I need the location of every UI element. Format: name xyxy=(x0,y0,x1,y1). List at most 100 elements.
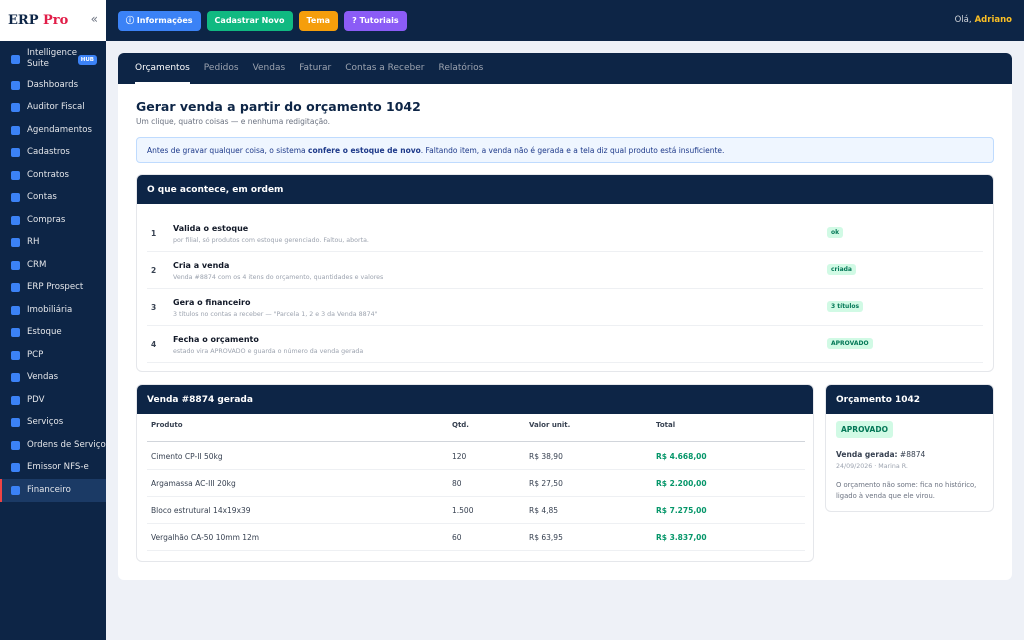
user-name[interactable]: Adriano xyxy=(975,15,1012,25)
page-title: Gerar venda a partir do orçamento 1042 xyxy=(136,99,421,114)
sidebar-item-agendamentos[interactable]: Agendamentos xyxy=(0,119,106,142)
sidebar: ERP Pro « Intelligence Suite HUB Dashboar… xyxy=(0,0,106,640)
tab-pedidos[interactable]: Pedidos xyxy=(204,53,239,84)
sidebar-item-contratos[interactable]: Contratos xyxy=(0,164,106,187)
cell-produto: Vergalhão CA-50 10mm 12m xyxy=(151,533,260,542)
module-icon xyxy=(11,305,20,315)
table-row: Vergalhão CA-50 10mm 12m 60 R$ 63,95 R$ … xyxy=(147,524,805,551)
collapse-sidebar-icon[interactable]: « xyxy=(91,12,98,26)
cadastrar-novo-button[interactable]: Cadastrar Novo xyxy=(206,10,293,31)
greeting-text: Olá, xyxy=(954,15,972,25)
sidebar-item-label: ERP Prospect xyxy=(27,282,84,293)
step-description: 3 títulos no contas a receber — "Parcela… xyxy=(173,311,378,318)
step-item: 2 Cria a venda Venda #8874 com os 4 iten… xyxy=(147,252,983,289)
sidebar-item-label: Compras xyxy=(27,214,66,225)
step-title: Cria a venda xyxy=(173,261,230,270)
sidebar-item-rh[interactable]: RH xyxy=(0,232,106,255)
cell-total: R$ 4.668,00 xyxy=(656,452,707,461)
brand-accent: Pro xyxy=(43,13,69,28)
step-title: Gera o financeiro xyxy=(173,298,251,307)
cell-valor-unit: R$ 27,50 xyxy=(529,479,563,488)
sidebar-nav: Intelligence Suite HUB Dashboards Auditor… xyxy=(0,41,106,502)
sidebar-item-label: Contratos xyxy=(27,169,69,180)
venda-panel: Venda #8874 gerada Produto Qtd. Valor un… xyxy=(136,384,814,562)
sidebar-item-intelligence-suite[interactable]: Intelligence Suite HUB xyxy=(0,44,106,74)
cell-produto: Cimento CP-II 50kg xyxy=(151,452,223,461)
sidebar-item-crm[interactable]: CRM xyxy=(0,254,106,277)
step-title: Fecha o orçamento xyxy=(173,335,259,344)
module-icon xyxy=(11,238,20,248)
sidebar-item-imobiliaria[interactable]: Imobiliária xyxy=(0,299,106,322)
orcamento-note: O orçamento não some: fica no histórico,… xyxy=(836,481,977,500)
brand-name: ERP xyxy=(8,13,39,28)
module-icon xyxy=(11,170,20,180)
column-header-qtd: Qtd. xyxy=(452,421,469,429)
step-status-badge: criada xyxy=(827,264,856,275)
sidebar-item-emissor-nfse[interactable]: Emissor NFS-e xyxy=(0,457,106,480)
step-description: estado vira APROVADO e guarda o número d… xyxy=(173,348,364,355)
tutoriais-button[interactable]: ? Tutoriais xyxy=(344,10,407,31)
sidebar-item-dashboards[interactable]: Dashboards xyxy=(0,74,106,97)
module-icon xyxy=(11,80,20,90)
sidebar-item-servicos[interactable]: Serviços xyxy=(0,412,106,435)
column-header-valor-unit: Valor unit. xyxy=(529,421,571,429)
module-icon xyxy=(11,260,20,270)
sidebar-item-erp-prospect[interactable]: ERP Prospect xyxy=(0,277,106,300)
cell-produto: Argamassa AC-III 20kg xyxy=(151,479,236,488)
tema-button[interactable]: Tema xyxy=(298,10,339,31)
header-divider xyxy=(147,441,805,442)
sidebar-item-label: Contas xyxy=(27,192,57,203)
sidebar-item-cadastros[interactable]: Cadastros xyxy=(0,142,106,165)
module-icon xyxy=(11,148,20,158)
sidebar-item-financeiro[interactable]: Financeiro xyxy=(0,479,106,502)
informacoes-button[interactable]: ⓘ Informações xyxy=(118,10,201,31)
sidebar-item-ordens-de-servico[interactable]: Ordens de Serviço xyxy=(0,434,106,457)
tab-faturar[interactable]: Faturar xyxy=(299,53,331,84)
sidebar-item-label: Agendamentos xyxy=(27,124,92,135)
cell-total: R$ 3.837,00 xyxy=(656,533,707,542)
module-icon xyxy=(11,283,20,293)
venda-gerada-link[interactable]: #8874 xyxy=(900,450,925,459)
tab-relatorios[interactable]: Relatórios xyxy=(439,53,484,84)
sidebar-item-compras[interactable]: Compras xyxy=(0,209,106,232)
sidebar-item-estoque[interactable]: Estoque xyxy=(0,322,106,345)
sidebar-item-vendas[interactable]: Vendas xyxy=(0,367,106,390)
sidebar-item-pcp[interactable]: PCP xyxy=(0,344,106,367)
cell-produto: Bloco estrutural 14x19x39 xyxy=(151,506,251,515)
tab-bar: Orçamentos Pedidos Vendas Faturar Contas… xyxy=(118,53,1012,84)
sidebar-item-label: Ordens de Serviço xyxy=(27,439,106,450)
cell-valor-unit: R$ 38,90 xyxy=(529,452,563,461)
venda-panel-title: Venda #8874 gerada xyxy=(137,385,813,414)
tab-orcamentos[interactable]: Orçamentos xyxy=(135,53,190,84)
tab-vendas[interactable]: Vendas xyxy=(253,53,286,84)
module-icon xyxy=(11,373,20,383)
status-badge: APROVADO xyxy=(836,421,893,438)
sidebar-item-contas[interactable]: Contas xyxy=(0,187,106,210)
step-item: 4 Fecha o orçamento estado vira APROVADO… xyxy=(147,326,983,363)
venda-gerada-meta: 24/09/2026 · Marina R. xyxy=(836,463,908,470)
sidebar-item-label: Cadastros xyxy=(27,147,70,158)
sidebar-item-pdv[interactable]: PDV xyxy=(0,389,106,412)
module-icon xyxy=(11,395,20,405)
column-header-produto: Produto xyxy=(151,421,183,429)
module-icon xyxy=(11,328,20,338)
steps-panel: O que acontece, em ordem 1 Valida o esto… xyxy=(136,174,994,372)
module-icon xyxy=(11,193,20,203)
step-description: Venda #8874 com os 4 itens do orçamento,… xyxy=(173,274,384,281)
steps-panel-title: O que acontece, em ordem xyxy=(137,175,993,204)
sidebar-item-label: Auditor Fiscal xyxy=(27,102,85,113)
sidebar-item-label: Dashboards xyxy=(27,79,79,90)
page-subtitle: Um clique, quatro coisas — e nenhuma red… xyxy=(136,117,331,126)
module-icon xyxy=(11,125,20,135)
table-row: Cimento CP-II 50kg 120 R$ 38,90 R$ 4.668… xyxy=(147,443,805,470)
topbar: ⓘ Informações Cadastrar Novo Tema ? Tuto… xyxy=(106,0,1024,41)
brand-logo[interactable]: ERP Pro xyxy=(8,13,68,28)
alert-text: Antes de gravar qualquer coisa, o sistem… xyxy=(147,146,724,155)
sidebar-item-auditor-fiscal[interactable]: Auditor Fiscal xyxy=(0,97,106,120)
table-row: Argamassa AC-III 20kg 80 R$ 27,50 R$ 2.2… xyxy=(147,470,805,497)
step-number: 3 xyxy=(151,303,157,312)
step-item: 1 Valida o estoque por filial, só produt… xyxy=(147,215,983,252)
sidebar-item-label: Imobiliária xyxy=(27,304,73,315)
sidebar-item-label: Vendas xyxy=(27,372,59,383)
tab-contas-a-receber[interactable]: Contas a Receber xyxy=(345,53,424,84)
